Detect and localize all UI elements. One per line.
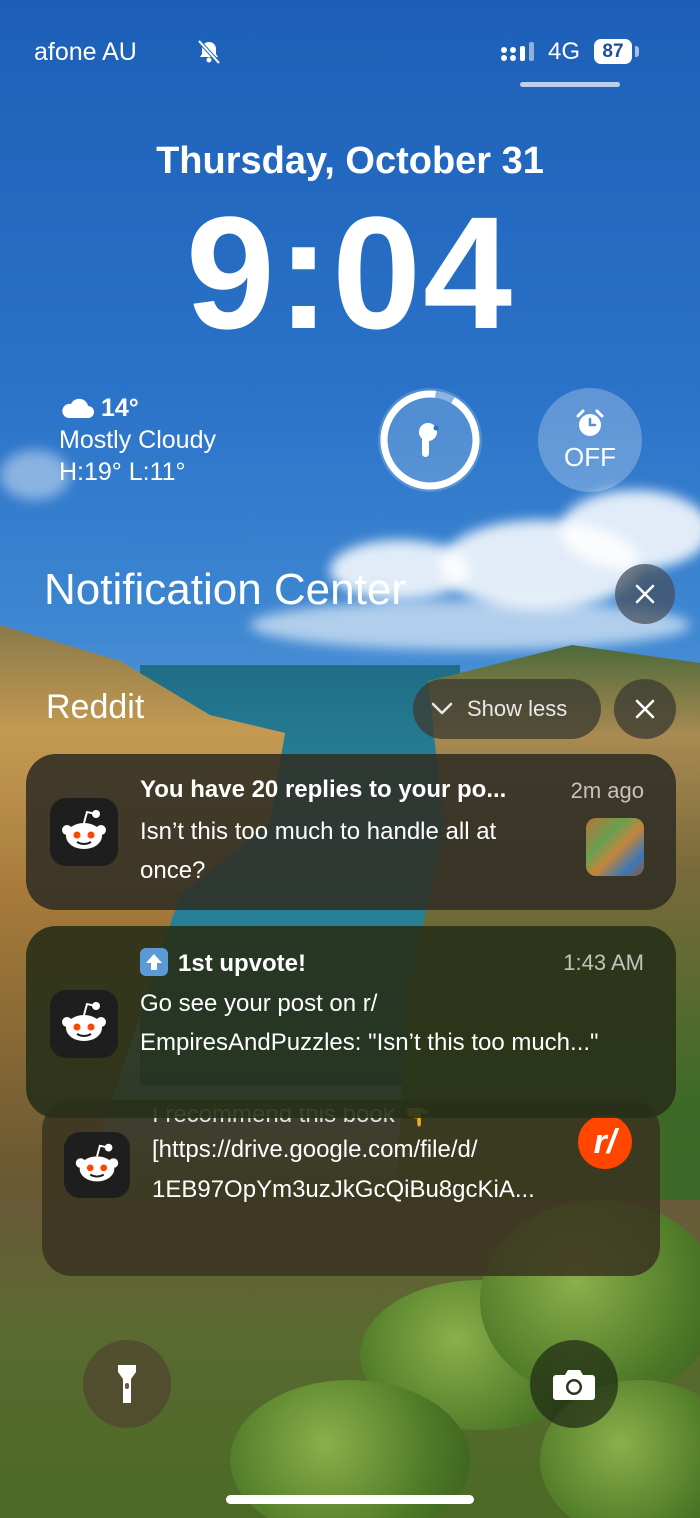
notification-body: Go see your post on r/ EmpiresAndPuzzles… [140,990,599,1056]
carrier-name: afone AU [34,38,137,66]
notification-card[interactable]: I recommend this book 👇 [https://drive.g… [42,1100,660,1276]
clear-all-button[interactable] [615,564,675,624]
notification-title: You have 20 replies to your po... [140,776,507,803]
camera-button[interactable] [530,1340,618,1428]
notification-time: 1:43 AM [563,950,644,975]
clear-group-button[interactable] [614,679,676,739]
battery-level: 87 [594,39,632,64]
lock-screen-date: Thursday, October 31 [156,140,544,182]
weather-high-low: H:19° L:11° [59,458,186,486]
alarm-state: OFF [564,442,616,472]
notification-card[interactable]: 1st upvote! 1:43 AM Go see your post on … [26,926,676,1118]
notification-body: Isn’t this too much to handle all at onc… [140,818,497,884]
signal-icon [501,42,534,61]
airpods-battery-widget[interactable] [378,388,482,492]
weather-widget[interactable]: 14° Mostly Cloudy H:19° L:11° [59,392,216,488]
notification-group-app-name: Reddit [46,688,145,726]
control-center-grabber[interactable] [520,82,620,87]
reddit-snoo-icon [62,1002,106,1041]
mute-bell-icon [197,39,221,65]
notification-title: 1st upvote! [178,950,307,977]
flashlight-button[interactable] [83,1340,171,1428]
notification-title-row: 1st upvote! [140,948,306,978]
flashlight-icon [118,1365,136,1403]
weather-condition: Mostly Cloudy [59,426,216,454]
notification-body-container: I recommend this book 👇 [https://drive.g… [152,1108,572,1210]
battery-icon [635,46,639,57]
reddit-app-icon [50,798,118,866]
camera-icon [553,1370,595,1400]
airpods-icon [419,423,439,457]
home-indicator[interactable] [226,1495,474,1504]
show-less-label: Show less [467,696,568,721]
weather-temperature: 14° [101,394,139,422]
reddit-app-icon [50,990,118,1058]
reddit-app-icon [64,1132,130,1198]
alarm-widget[interactable]: OFF [538,388,642,492]
notification-center-title: Notification Center [44,565,406,614]
show-less-button[interactable]: Show less [413,679,601,739]
close-icon [635,584,655,604]
notification-body: [https://drive.google.com/file/d/ 1EB97O… [152,1136,535,1203]
notification-time: 2m ago [570,778,644,803]
up-arrow-icon [140,948,168,976]
chevron-down-icon [431,702,453,715]
lock-screen-time: 9:04 [185,183,515,362]
reddit-snoo-icon [62,810,106,849]
status-bar: afone AU 4G 87 [0,0,700,90]
notification-card[interactable]: You have 20 replies to your po... 2m ago… [26,754,676,910]
alarm-clock-icon [576,409,604,436]
close-icon [635,699,655,719]
post-thumbnail [586,818,644,876]
cloud-icon [62,398,94,418]
reddit-badge-icon: r/ [578,1115,632,1169]
reddit-snoo-icon [75,1143,119,1182]
network-type: 4G [548,38,581,65]
